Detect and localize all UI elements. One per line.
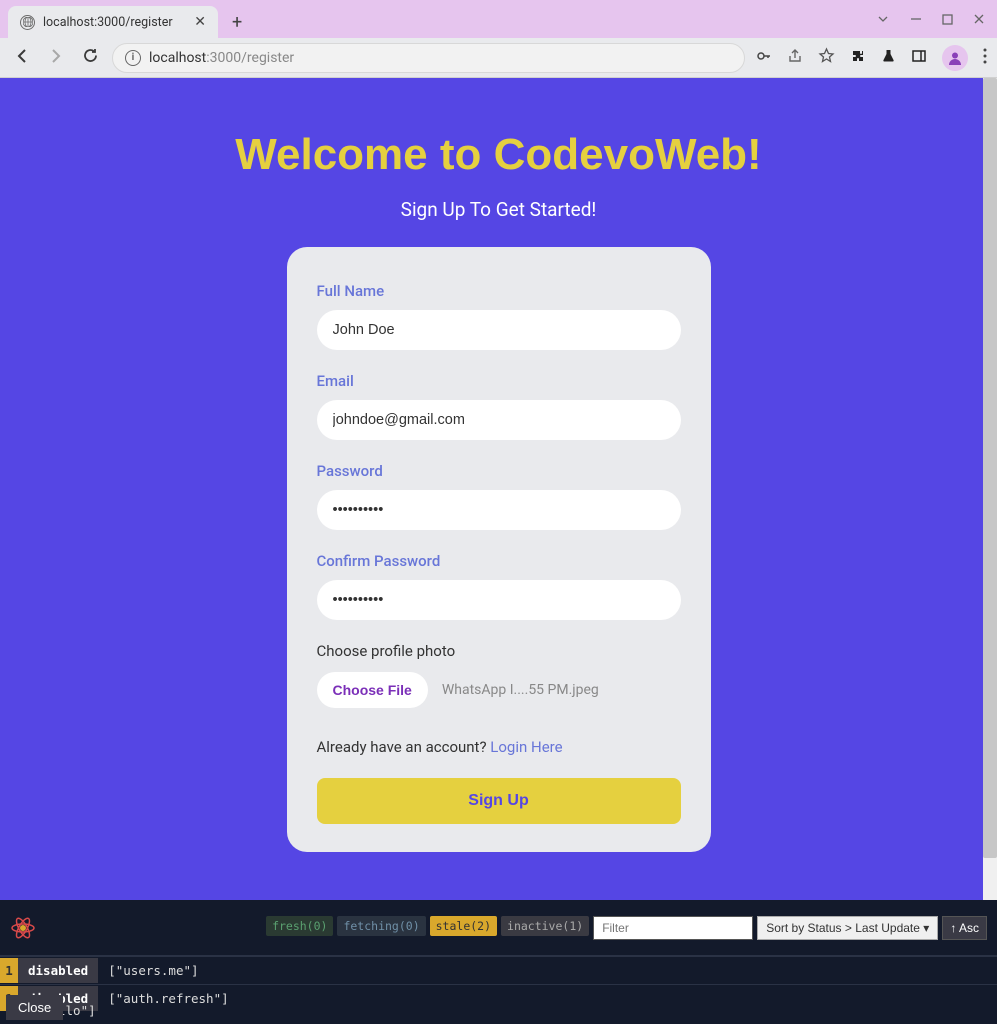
query-row[interactable]: 1 disabled ["auth.refresh"] xyxy=(0,984,997,1012)
tab-title: localhost:3000/register xyxy=(43,15,186,30)
confirm-password-input[interactable] xyxy=(317,580,681,620)
browser-toolbar: i localhost:3000/register xyxy=(0,38,997,78)
query-key-partial: llo"] xyxy=(58,997,96,1024)
new-tab-button[interactable]: + xyxy=(226,12,248,33)
inactive-badge[interactable]: inactive(1) xyxy=(501,916,589,936)
asc-button[interactable]: ↑ Asc xyxy=(942,916,987,940)
toolbar-icons xyxy=(755,45,987,71)
fullname-label: Full Name xyxy=(317,282,681,300)
window-close-icon[interactable] xyxy=(973,13,985,25)
back-button[interactable] xyxy=(10,47,34,69)
signup-button[interactable]: Sign Up xyxy=(317,778,681,824)
url-bar[interactable]: i localhost:3000/register xyxy=(112,43,745,73)
chosen-file-name: WhatsApp I....55 PM.jpeg xyxy=(442,682,599,698)
chevron-down-icon[interactable] xyxy=(876,12,890,26)
page-subtitle: Sign Up To Get Started! xyxy=(0,198,997,221)
password-input[interactable] xyxy=(317,490,681,530)
window-titlebar: localhost:3000/register ✕ + xyxy=(0,0,997,38)
login-link[interactable]: Login Here xyxy=(490,738,562,756)
filter-input[interactable] xyxy=(593,916,753,940)
email-input[interactable] xyxy=(317,400,681,440)
login-prompt: Already have an account? Login Here xyxy=(317,738,681,756)
page-viewport: Welcome to CodevoWeb! Sign Up To Get Sta… xyxy=(0,78,997,900)
profile-avatar[interactable] xyxy=(942,45,968,71)
sort-button[interactable]: Sort by Status > Last Update ▾ xyxy=(757,916,938,940)
maximize-icon[interactable] xyxy=(942,14,953,25)
react-query-logo-icon xyxy=(10,915,36,941)
info-icon: i xyxy=(125,50,141,66)
menu-icon[interactable] xyxy=(983,48,987,68)
query-count: 1 xyxy=(0,958,18,983)
query-status: disabled xyxy=(18,958,98,983)
close-icon[interactable]: ✕ xyxy=(194,14,206,30)
globe-icon xyxy=(20,15,35,30)
devtools-close-button[interactable]: Close xyxy=(6,995,63,1020)
devtools-panel: fresh(0) fetching(0) stale(2) inactive(1… xyxy=(0,900,997,1024)
query-row[interactable]: 1 disabled ["users.me"] xyxy=(0,956,997,984)
scrollbar[interactable] xyxy=(983,78,997,900)
panel-icon[interactable] xyxy=(911,48,927,68)
extensions-icon[interactable] xyxy=(850,48,866,68)
labs-icon[interactable] xyxy=(881,48,896,67)
photo-label: Choose profile photo xyxy=(317,642,681,660)
signup-card: Full Name Email Password Confirm Passwor… xyxy=(287,247,711,852)
page-title: Welcome to CodevoWeb! xyxy=(0,130,997,180)
forward-button[interactable] xyxy=(44,47,68,69)
tab-strip: localhost:3000/register ✕ + xyxy=(8,6,248,38)
reload-button[interactable] xyxy=(78,47,102,68)
share-icon[interactable] xyxy=(787,48,803,68)
fresh-badge[interactable]: fresh(0) xyxy=(266,916,333,936)
stale-badge[interactable]: stale(2) xyxy=(430,916,497,936)
key-icon[interactable] xyxy=(755,47,772,68)
minimize-icon[interactable] xyxy=(910,13,922,25)
password-label: Password xyxy=(317,462,681,480)
bookmark-icon[interactable] xyxy=(818,47,835,68)
email-label: Email xyxy=(317,372,681,390)
confirm-password-label: Confirm Password xyxy=(317,552,681,570)
choose-file-button[interactable]: Choose File xyxy=(317,672,428,708)
fullname-input[interactable] xyxy=(317,310,681,350)
query-key: ["auth.refresh"] xyxy=(108,991,228,1006)
browser-tab[interactable]: localhost:3000/register ✕ xyxy=(8,6,218,38)
query-key: ["users.me"] xyxy=(108,963,198,978)
url-text: localhost:3000/register xyxy=(149,50,294,66)
fetching-badge[interactable]: fetching(0) xyxy=(337,916,425,936)
